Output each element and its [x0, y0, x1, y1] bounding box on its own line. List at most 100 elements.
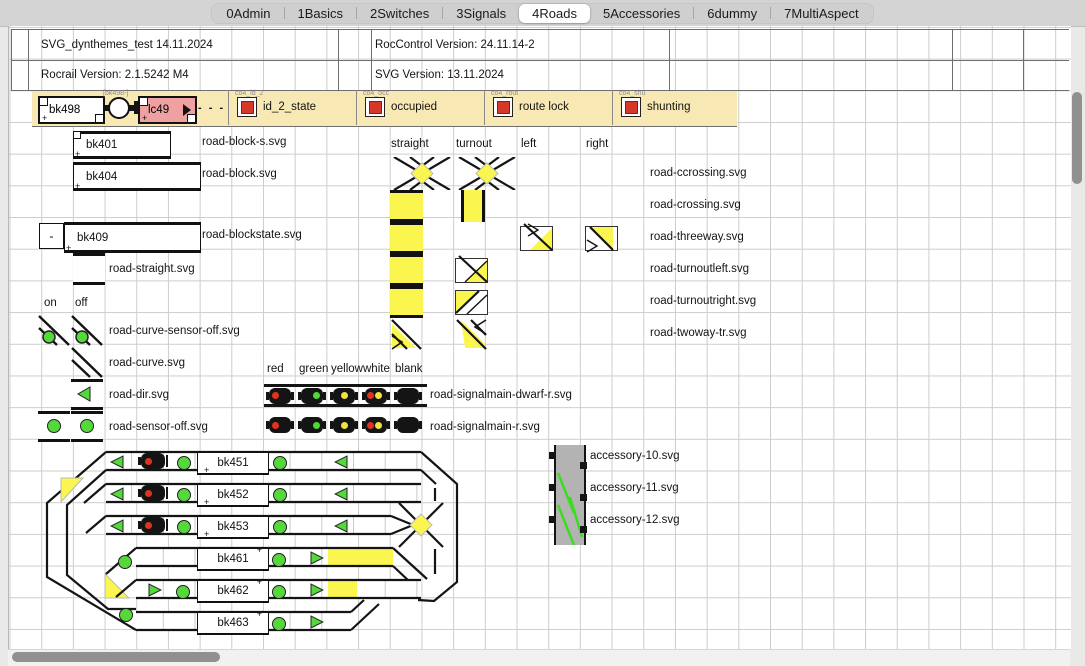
- tab-2switches[interactable]: 2Switches: [357, 4, 442, 23]
- output-red-square-icon[interactable]: [621, 97, 641, 117]
- direction-triangle-icon[interactable]: [334, 487, 348, 501]
- track-twoway-turnout-tile[interactable]: [455, 318, 488, 350]
- sensor-green-dot-icon[interactable]: [177, 456, 191, 470]
- tab-6dummy[interactable]: 6dummy: [694, 4, 770, 23]
- file-label: road-signalmain-r.svg: [430, 411, 540, 442]
- sensor-green-dot-icon[interactable]: [176, 585, 190, 599]
- track-turnoutleft-straight-tile[interactable]: [390, 254, 423, 286]
- track-crossing-turnout-tile[interactable]: [461, 190, 485, 222]
- yard-signal-red[interactable]: [138, 453, 168, 469]
- track-curve-sensor-tile[interactable]: [38, 315, 70, 346]
- track-twoway-straight-tile[interactable]: [390, 318, 423, 350]
- yard-block-label[interactable]: bk462+: [197, 579, 269, 603]
- output-red-square-icon[interactable]: [237, 97, 257, 117]
- top-tab-strip: 0Admin 1Basics 2Switches 3Signals 4Roads…: [0, 0, 1085, 27]
- block-bk409[interactable]: bk409 +: [64, 222, 201, 253]
- table-border: [371, 29, 372, 90]
- track-turnoutright-turnout-tile[interactable]: [455, 286, 488, 318]
- block-bk401[interactable]: bk401 +: [73, 131, 171, 159]
- yard-block-label[interactable]: bk461+: [197, 547, 269, 571]
- signal-capsule-icon-red[interactable]: [266, 388, 294, 404]
- direction-triangle-icon: [77, 386, 91, 402]
- sensor-green-dot-icon[interactable]: [177, 488, 191, 502]
- sensor-green-dot-icon[interactable]: [272, 617, 286, 631]
- route-id-tag: [bk498-]: [103, 90, 128, 97]
- direction-triangle-icon[interactable]: [310, 583, 324, 597]
- track-threeway-right-tile[interactable]: [585, 222, 618, 254]
- sensor-green-dot-icon[interactable]: [273, 488, 287, 502]
- sensor-green-dot-icon[interactable]: [272, 553, 286, 567]
- track-curve-sensor-tile[interactable]: [71, 315, 103, 346]
- yard-block-label[interactable]: bk452+: [197, 483, 269, 507]
- direction-triangle-icon[interactable]: [110, 487, 124, 501]
- yard-signal-red[interactable]: [138, 485, 168, 501]
- direction-triangle-icon[interactable]: [110, 519, 124, 533]
- sensor-green-dot-icon[interactable]: [273, 520, 287, 534]
- sensor-green-dot-icon[interactable]: [118, 555, 132, 569]
- signal-capsule-icon-green[interactable]: [298, 417, 326, 433]
- signal-capsule-icon-blank[interactable]: [394, 388, 422, 404]
- file-label: road-twoway-tr.svg: [650, 317, 747, 348]
- direction-triangle-icon[interactable]: [310, 615, 324, 629]
- track-crossing-straight-tile[interactable]: [390, 190, 423, 222]
- tab-7multiaspect[interactable]: 7MultiAspect: [771, 4, 871, 23]
- accessory-node: [580, 462, 587, 469]
- direction-triangle-icon[interactable]: [110, 455, 124, 469]
- tab-4roads-selected[interactable]: 4Roads: [519, 4, 590, 23]
- track-ccrossing-turnout-tile[interactable]: [455, 157, 519, 190]
- signal-capsule-icon-yellow[interactable]: [330, 388, 358, 404]
- track-turnoutright-straight-tile[interactable]: [390, 286, 423, 318]
- tab-3signals[interactable]: 3Signals: [443, 4, 519, 23]
- direction-triangle-icon[interactable]: [148, 583, 162, 597]
- file-label: road-block-s.svg: [202, 131, 286, 153]
- blockstate-minus-box[interactable]: -: [39, 223, 64, 249]
- track-straight-tile[interactable]: [73, 253, 105, 285]
- direction-triangle-icon[interactable]: [310, 551, 324, 565]
- tab-5accessories[interactable]: 5Accessories: [590, 4, 693, 23]
- output-red-square-icon[interactable]: [493, 97, 513, 117]
- block-id-label: bk453: [217, 521, 248, 533]
- yard-block-label[interactable]: bk451+: [197, 451, 269, 475]
- sensor-green-dot-icon[interactable]: [119, 608, 133, 622]
- track-ccrossing-tile[interactable]: [390, 157, 454, 190]
- output-red-square-icon[interactable]: [365, 97, 385, 117]
- signal-capsule-icon-red[interactable]: [266, 417, 294, 433]
- vertical-scrollbar-thumb[interactable]: [1072, 92, 1082, 184]
- red-square: [241, 101, 254, 114]
- tab-1basics[interactable]: 1Basics: [285, 4, 357, 23]
- block-id-label: bk404: [74, 171, 117, 183]
- table-border: [338, 29, 339, 90]
- tab-0admin[interactable]: 0Admin: [213, 4, 283, 23]
- table-border: [1023, 29, 1024, 90]
- yard-block-label[interactable]: bk463+: [197, 611, 269, 635]
- column-header-turnout: turnout: [456, 130, 492, 157]
- track-curve-tile[interactable]: [71, 347, 103, 378]
- track-dir-tile[interactable]: [71, 379, 103, 410]
- roccontrol-version: RocControl Version: 24.11.14-2: [375, 34, 535, 56]
- sensor-green-dot-icon[interactable]: [177, 520, 191, 534]
- sensor-green-dot-icon[interactable]: [273, 456, 287, 470]
- signal-capsule-icon-green[interactable]: [298, 388, 326, 404]
- track-sensor-tile[interactable]: [38, 411, 70, 442]
- app-window: 0Admin 1Basics 2Switches 3Signals 4Roads…: [0, 0, 1085, 665]
- signal-capsule-icon-white[interactable]: [362, 388, 390, 404]
- direction-triangle-icon[interactable]: [334, 519, 348, 533]
- track-threeway-straight-tile[interactable]: [390, 222, 423, 254]
- signal-capsule-icon-yellow[interactable]: [330, 417, 358, 433]
- minus-label: -: [50, 229, 54, 243]
- block-bk404[interactable]: bk404 +: [73, 162, 201, 191]
- signal-capsule-icon-white[interactable]: [362, 417, 390, 433]
- track-threeway-left-tile[interactable]: [520, 222, 553, 254]
- svg-version: SVG Version: 13.11.2024: [375, 64, 504, 86]
- yard-block-label[interactable]: bk453+: [197, 515, 269, 539]
- yard-signal-red[interactable]: [138, 517, 168, 533]
- legend-loco-lc49[interactable]: lc49 +: [138, 96, 197, 124]
- track-sensor-tile[interactable]: [71, 411, 103, 442]
- route-connector-circle-icon[interactable]: [108, 97, 130, 119]
- legend-block-bk498[interactable]: bk498 +: [38, 96, 105, 124]
- horizontal-scrollbar-thumb[interactable]: [12, 652, 220, 662]
- track-turnoutleft-turnout-tile[interactable]: [455, 254, 488, 286]
- signal-capsule-icon-blank[interactable]: [394, 417, 422, 433]
- sensor-green-dot-icon[interactable]: [272, 585, 286, 599]
- direction-triangle-icon[interactable]: [334, 455, 348, 469]
